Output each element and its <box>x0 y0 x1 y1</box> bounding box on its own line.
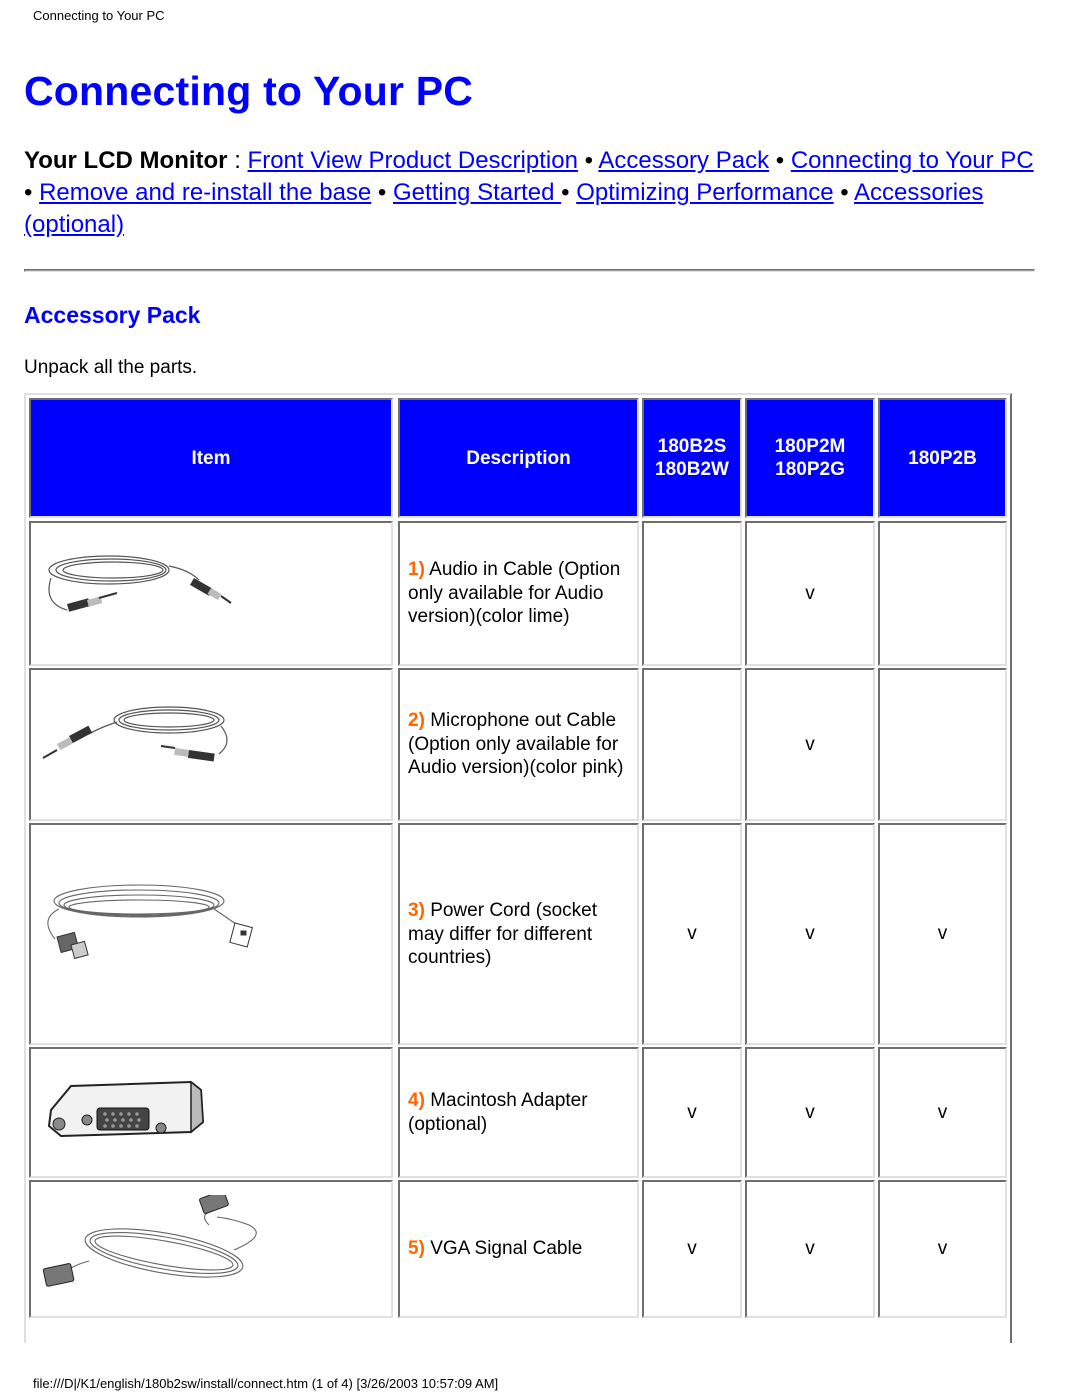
nav-link-front-view[interactable]: Front View Product Description <box>248 147 578 174</box>
table-row-4-model-a: v <box>642 1047 742 1178</box>
availability-mark: v <box>805 582 815 604</box>
column-header-item-label: Item <box>191 447 231 469</box>
table-row-1-model-b: v <box>745 521 875 666</box>
table-row-3-model-b: v <box>745 823 875 1045</box>
column-header-model-a-line2: 180B2W <box>655 459 729 480</box>
availability-mark: v <box>687 923 697 944</box>
item-number: 3) <box>408 900 425 921</box>
column-header-model-a-line1: 180B2S <box>657 436 727 457</box>
table-row-2-model-c <box>878 668 1007 821</box>
table-row-2-model-b: v <box>745 668 875 821</box>
page-title: Connecting to Your PC <box>24 68 474 114</box>
nav-bullet: • <box>833 179 855 206</box>
table-row-5-model-c: v <box>878 1180 1007 1318</box>
column-header-item: Item <box>29 398 393 518</box>
nav-bullet: • <box>769 147 791 174</box>
table-row-2-description: 2) Microphone out Cable (Option only ava… <box>398 668 639 821</box>
table-row-2-model-a <box>642 668 742 821</box>
nav-link-remove-base[interactable]: Remove and re-install the base <box>39 179 371 206</box>
column-header-model-b-line1: 180P2M <box>774 436 846 457</box>
nav-link-accessory-pack[interactable]: Accessory Pack <box>598 147 769 174</box>
table-row-1-description: 1) Audio in Cable (Option only available… <box>398 521 639 666</box>
audio-cable-illustration <box>48 554 232 612</box>
table-row-4-model-b: v <box>745 1047 875 1178</box>
table-row-1-image-cell <box>29 521 393 666</box>
table-row-5-image-cell <box>29 1180 393 1318</box>
microphone-cable-illustration <box>42 705 228 762</box>
horizontal-divider <box>24 269 1035 272</box>
availability-mark: v <box>937 1101 948 1123</box>
availability-mark: v <box>937 1238 948 1259</box>
column-header-model-b: 180P2M 180P2G <box>745 398 875 518</box>
table-row-3-model-c: v <box>878 823 1007 1045</box>
column-header-description: Description <box>398 398 639 518</box>
table-row-2-image-cell <box>29 668 393 821</box>
nav-lead-separator: : <box>227 147 248 174</box>
item-description: Microphone out Cable (Option only availa… <box>408 710 624 779</box>
item-number: 4) <box>408 1090 425 1111</box>
nav-link-connecting-pc[interactable]: Connecting to Your PC <box>791 147 1034 174</box>
availability-mark: v <box>805 1238 815 1259</box>
column-header-model-c: 180P2B <box>878 398 1007 518</box>
availability-mark: v <box>687 1238 697 1259</box>
table-row-5-description: 5) VGA Signal Cable <box>398 1180 639 1318</box>
nav-bullet: • <box>561 179 577 206</box>
nav-bullet: • <box>24 179 40 206</box>
availability-mark: v <box>805 923 815 944</box>
vga-cable-illustration <box>42 1195 257 1287</box>
table-row-4-description: 4) Macintosh Adapter (optional) <box>398 1047 639 1178</box>
table-row-1-model-c <box>878 521 1007 666</box>
nav-lead-label: Your LCD Monitor <box>24 147 228 174</box>
item-description: Macintosh Adapter (optional) <box>408 1090 588 1135</box>
accessory-table: Item Description 180B2S 180B2W 180P2M 18… <box>24 393 1012 1343</box>
running-header: Connecting to Your PC <box>33 8 165 23</box>
table-row-3-model-a: v <box>642 823 742 1045</box>
item-number: 1) <box>408 559 425 581</box>
availability-mark: v <box>687 1101 697 1123</box>
table-row-5-model-a: v <box>642 1180 742 1318</box>
column-header-description-label: Description <box>466 447 571 469</box>
intro-text: Unpack all the parts. <box>24 357 198 378</box>
availability-mark: v <box>937 923 948 944</box>
power-cord-illustration <box>47 884 253 960</box>
table-row-5-model-b: v <box>745 1180 875 1318</box>
availability-mark: v <box>805 733 815 755</box>
item-description: Audio in Cable (Option only available fo… <box>408 559 621 628</box>
column-header-model-c-label: 180P2B <box>908 447 977 469</box>
column-header-model-a: 180B2S 180B2W <box>642 398 742 518</box>
table-row-3-description: 3) Power Cord (socket may differ for dif… <box>398 823 639 1045</box>
nav-link-optimizing-performance[interactable]: Optimizing Performance <box>576 179 833 206</box>
nav-bullet: • <box>577 147 599 174</box>
nav-bullet: • <box>371 179 394 206</box>
availability-mark: v <box>805 1101 815 1123</box>
table-row-4-model-c: v <box>878 1047 1007 1178</box>
table-row-1-model-a <box>642 521 742 666</box>
item-number: 5) <box>408 1238 425 1260</box>
topic-navigation: Your LCD Monitor : Front View Product De… <box>24 145 1044 241</box>
item-description: VGA Signal Cable <box>430 1238 583 1260</box>
mac-adapter-illustration <box>47 1079 205 1137</box>
nav-link-getting-started[interactable]: Getting Started <box>393 179 561 206</box>
column-header-model-b-line2: 180P2G <box>775 459 845 480</box>
item-number: 2) <box>408 710 425 732</box>
table-row-3-image-cell <box>29 823 393 1045</box>
page-footer-path: file:///D|/K1/english/180b2sw/install/co… <box>33 1376 499 1391</box>
table-row-4-image-cell <box>29 1047 393 1178</box>
item-description: Power Cord (socket may differ for differ… <box>408 900 598 968</box>
section-title: Accessory Pack <box>24 302 201 328</box>
